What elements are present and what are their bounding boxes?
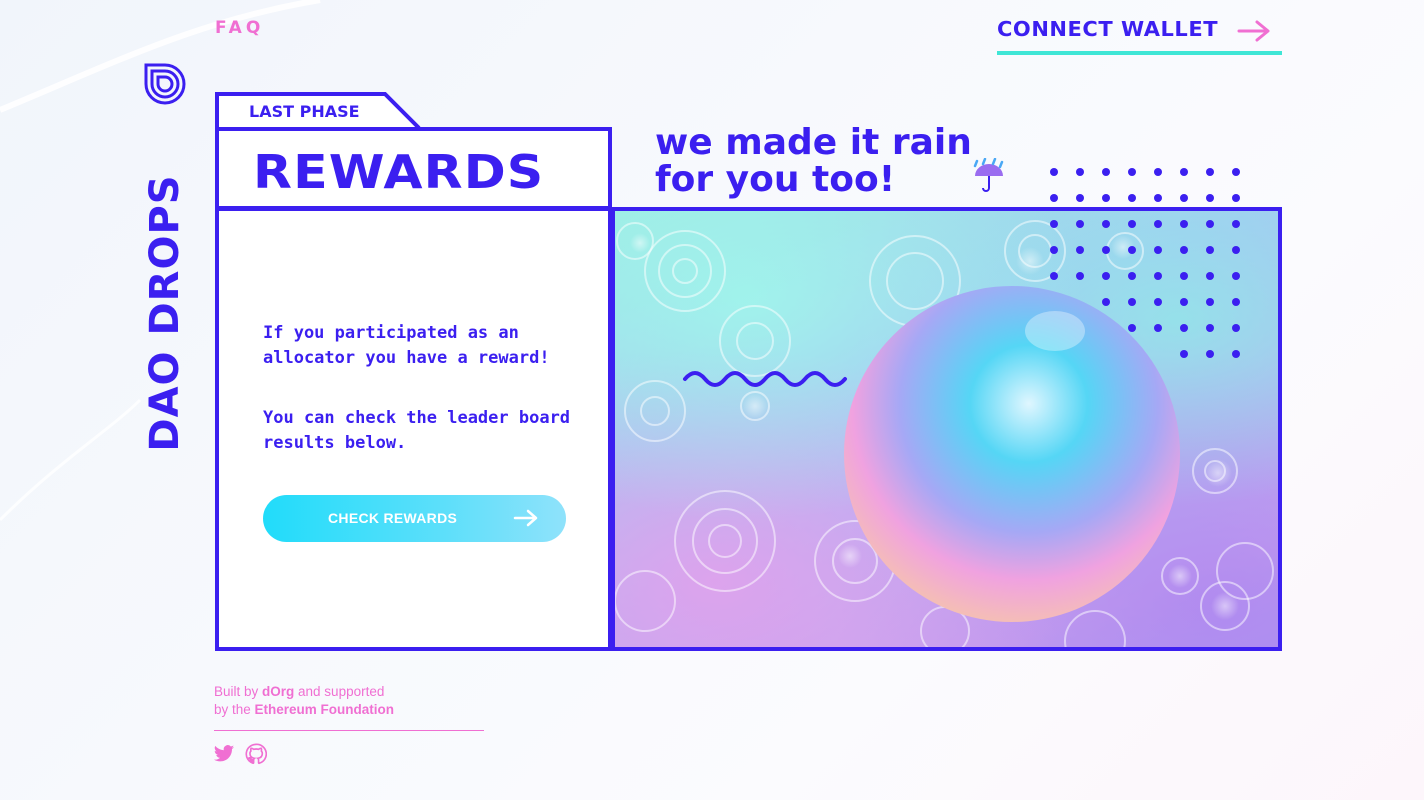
rewards-title-box: REWARDS (215, 127, 612, 210)
github-icon[interactable] (245, 743, 267, 765)
arrow-right-icon (513, 509, 538, 527)
check-rewards-button[interactable]: CHECK REWARDS (263, 495, 566, 542)
dorg-link[interactable]: dOrg (262, 684, 294, 699)
footer-divider (214, 730, 484, 731)
footer-credits: Built by dOrg and supported by the Ether… (214, 683, 394, 719)
headline-line-1: we made it rain (655, 122, 972, 163)
hero-headline: we made it rain for you too! (655, 124, 972, 198)
dao-drops-logo-icon (144, 63, 186, 105)
footer-built-by-prefix: Built by (214, 684, 263, 699)
faq-link[interactable]: FAQ (215, 18, 264, 38)
decorative-dot-grid (1050, 168, 1240, 358)
rewards-info-card: If you participated as an allocator you … (215, 207, 612, 651)
footer-built-by-suffix: and supported (294, 684, 385, 699)
footer-by-the-prefix: by the (214, 702, 255, 717)
phase-tab-label: LAST PHASE (249, 102, 360, 121)
brand-name: DAO DROPS (142, 174, 188, 452)
brand-column: DAO DROPS (140, 60, 190, 452)
headline-line-2: for you too! (655, 159, 896, 200)
arrow-right-icon (1237, 20, 1270, 42)
twitter-icon[interactable] (213, 743, 235, 765)
ethereum-foundation-link[interactable]: Ethereum Foundation (255, 702, 395, 717)
umbrella-with-rain-icon (973, 158, 1004, 192)
check-rewards-label: CHECK REWARDS (328, 510, 458, 526)
phase-tab: LAST PHASE (215, 92, 421, 128)
connect-wallet-button[interactable]: CONNECT WALLET (997, 14, 1282, 55)
page-title: REWARDS (253, 145, 545, 199)
leaderboard-text: You can check the leader board results b… (263, 408, 571, 453)
participation-text: If you participated as an allocator you … (263, 323, 550, 368)
connect-wallet-label: CONNECT WALLET (997, 17, 1219, 41)
